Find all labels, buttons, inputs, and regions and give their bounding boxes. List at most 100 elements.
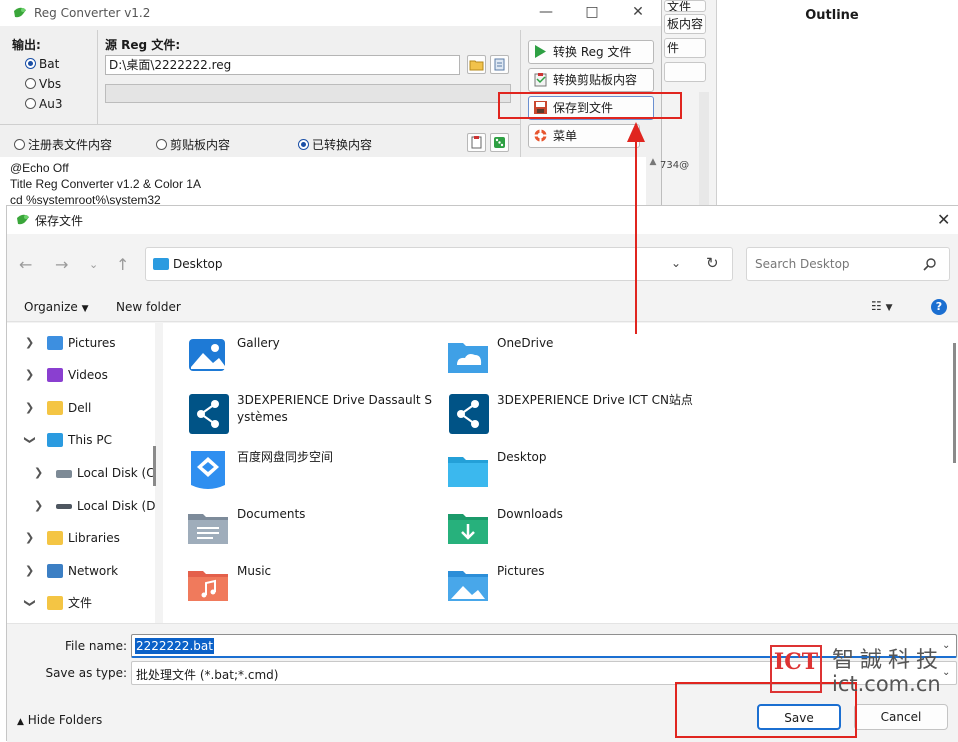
caret-down-icon: ▼	[81, 304, 89, 314]
nav-item-network[interactable]: ❯ Network	[7, 559, 153, 583]
up-arrow-icon[interactable]: ↑	[116, 255, 129, 274]
fragment-button-1[interactable]: 文件	[664, 0, 706, 12]
radio-selected-icon	[298, 139, 309, 150]
view-registry-content[interactable]: 注册表文件内容	[14, 136, 112, 153]
converted-code-view[interactable]: @Echo Off Title Reg Converter v1.2 & Col…	[0, 157, 650, 205]
radio-icon	[25, 78, 36, 89]
file-item-music[interactable]: Music	[185, 561, 435, 611]
nav-item-dell[interactable]: ❯ Dell	[7, 396, 153, 420]
files-scrollbar-thumb[interactable]	[953, 343, 956, 463]
3dexperience-drive-icon	[449, 394, 489, 434]
3dexperience-drive-icon	[189, 394, 229, 434]
radio-icon	[25, 98, 36, 109]
convert-clipboard-label: 转换剪贴板内容	[553, 73, 638, 87]
background-scrollbar[interactable]	[699, 92, 709, 205]
file-item-downloads[interactable]: Downloads	[445, 504, 695, 554]
disk-icon	[56, 504, 72, 509]
computer-icon	[47, 433, 63, 447]
chevron-down-icon[interactable]: ❯	[18, 435, 42, 444]
close-icon[interactable]: ✕	[937, 210, 950, 229]
pictures-icon	[47, 336, 63, 350]
chevron-right-icon[interactable]: ❯	[25, 331, 34, 355]
nav-item-label: This PC	[68, 433, 112, 447]
file-item-3dx-dassault[interactable]: 3DEXPERIENCE Drive Dassault Systèmes	[185, 390, 435, 440]
close-icon[interactable]: ✕	[624, 4, 652, 22]
convert-clipboard-button[interactable]: 转换剪贴板内容	[528, 68, 654, 92]
chevron-right-icon[interactable]: ❯	[25, 396, 34, 420]
view-options-icon[interactable]: ☷ ▼	[871, 299, 893, 313]
chevron-right-icon[interactable]: ❯	[25, 559, 34, 583]
output-option-vbs[interactable]: Vbs	[25, 77, 61, 91]
file-item-onedrive[interactable]: OneDrive	[445, 333, 695, 383]
refresh-icon[interactable]: ↻	[706, 254, 719, 272]
file-item-3dx-ict[interactable]: 3DEXPERIENCE Drive ICT CN站点	[445, 390, 695, 440]
chevron-down-icon[interactable]: ❯	[18, 598, 42, 607]
search-icon[interactable]	[923, 257, 937, 271]
file-name: Pictures	[497, 564, 545, 578]
reg-converter-title: Reg Converter v1.2	[34, 6, 151, 20]
hide-folders-button[interactable]: ▲ Hide Folders	[17, 713, 102, 727]
file-name: Gallery	[237, 336, 280, 350]
chevron-right-icon[interactable]: ❯	[25, 526, 34, 550]
divider	[0, 124, 520, 125]
copy-icon[interactable]	[467, 133, 486, 152]
edit-file-icon[interactable]	[490, 55, 509, 74]
organize-button[interactable]: Organize ▼	[24, 300, 89, 314]
nav-item-this-pc[interactable]: ❯ This PC	[7, 428, 153, 452]
minimize-icon[interactable]: —	[532, 4, 560, 22]
nav-item-wenjian[interactable]: ❯ 文件	[7, 591, 153, 615]
recent-dropdown-icon[interactable]: ⌄	[89, 258, 98, 271]
file-name-value[interactable]: 2222222.bat	[135, 638, 214, 654]
files-pane[interactable]: Gallery OneDrive 3DEXPERIENCE Drive Dass…	[163, 323, 951, 623]
nav-scrollbar[interactable]	[153, 446, 156, 486]
file-item-baidu[interactable]: 百度网盘同步空间	[185, 447, 435, 497]
forward-arrow-icon[interactable]: →	[55, 255, 68, 274]
nav-item-label: Local Disk (D	[77, 499, 155, 513]
app-logo-icon	[14, 7, 26, 18]
nav-item-videos[interactable]: ❯ Videos	[7, 363, 153, 387]
help-icon[interactable]: ?	[931, 299, 947, 315]
back-arrow-icon[interactable]: ←	[19, 255, 32, 274]
dice-icon[interactable]	[490, 133, 509, 152]
divider	[97, 30, 98, 124]
file-name: 3DEXPERIENCE Drive ICT CN站点	[497, 393, 693, 407]
new-folder-button[interactable]: New folder	[116, 300, 181, 314]
view-option-label: 剪贴板内容	[170, 138, 231, 152]
dialog-titlebar[interactable]	[7, 206, 958, 234]
fragment-button-2[interactable]: 板内容	[664, 14, 706, 34]
lifebuoy-icon	[534, 129, 547, 142]
nav-item-local-disk-c[interactable]: ❯ Local Disk (C	[7, 461, 155, 485]
view-clipboard-content[interactable]: 剪贴板内容	[156, 136, 230, 153]
watermark-url: ict.com.cn	[832, 672, 941, 696]
navigation-pane[interactable]: ❯ Pictures ❯ Videos ❯ Dell ❯ This PC ❯ L…	[7, 323, 155, 623]
maximize-icon[interactable]: □	[578, 4, 606, 22]
file-item-documents[interactable]: Documents	[185, 504, 435, 554]
save-as-type-label: Save as type:	[45, 666, 127, 680]
folder-icon	[47, 531, 63, 545]
source-path-input[interactable]: D:\桌面\2222222.reg	[105, 55, 460, 75]
fragment-button-3[interactable]: 件	[664, 38, 706, 58]
open-folder-icon[interactable]	[467, 55, 486, 74]
file-item-desktop[interactable]: Desktop	[445, 447, 695, 497]
code-line: @Echo Off	[10, 161, 69, 175]
chevron-down-icon[interactable]: ⌄	[671, 256, 681, 270]
file-item-pictures[interactable]: Pictures	[445, 561, 695, 611]
app-logo-icon	[17, 214, 29, 225]
nav-item-libraries[interactable]: ❯ Libraries	[7, 526, 153, 550]
output-option-label: Vbs	[39, 77, 62, 91]
convert-reg-button[interactable]: 转换 Reg 文件	[528, 40, 654, 64]
output-option-au3[interactable]: Au3	[25, 97, 62, 111]
output-option-bat[interactable]: Bat	[25, 57, 59, 71]
radio-selected-icon	[25, 58, 36, 69]
chevron-right-icon[interactable]: ❯	[25, 363, 34, 387]
cancel-button[interactable]: Cancel	[854, 704, 948, 730]
code-line: cd %systemroot%\system32	[10, 193, 161, 205]
file-item-gallery[interactable]: Gallery	[185, 333, 435, 383]
chevron-right-icon[interactable]: ❯	[34, 494, 43, 518]
view-converted-content[interactable]: 已转换内容	[298, 136, 372, 153]
nav-item-pictures[interactable]: ❯ Pictures	[7, 331, 153, 355]
desktop-icon	[153, 258, 169, 270]
fragment-button-4[interactable]	[664, 62, 706, 82]
nav-item-local-disk-d[interactable]: ❯ Local Disk (D	[7, 494, 155, 518]
chevron-right-icon[interactable]: ❯	[34, 461, 43, 485]
